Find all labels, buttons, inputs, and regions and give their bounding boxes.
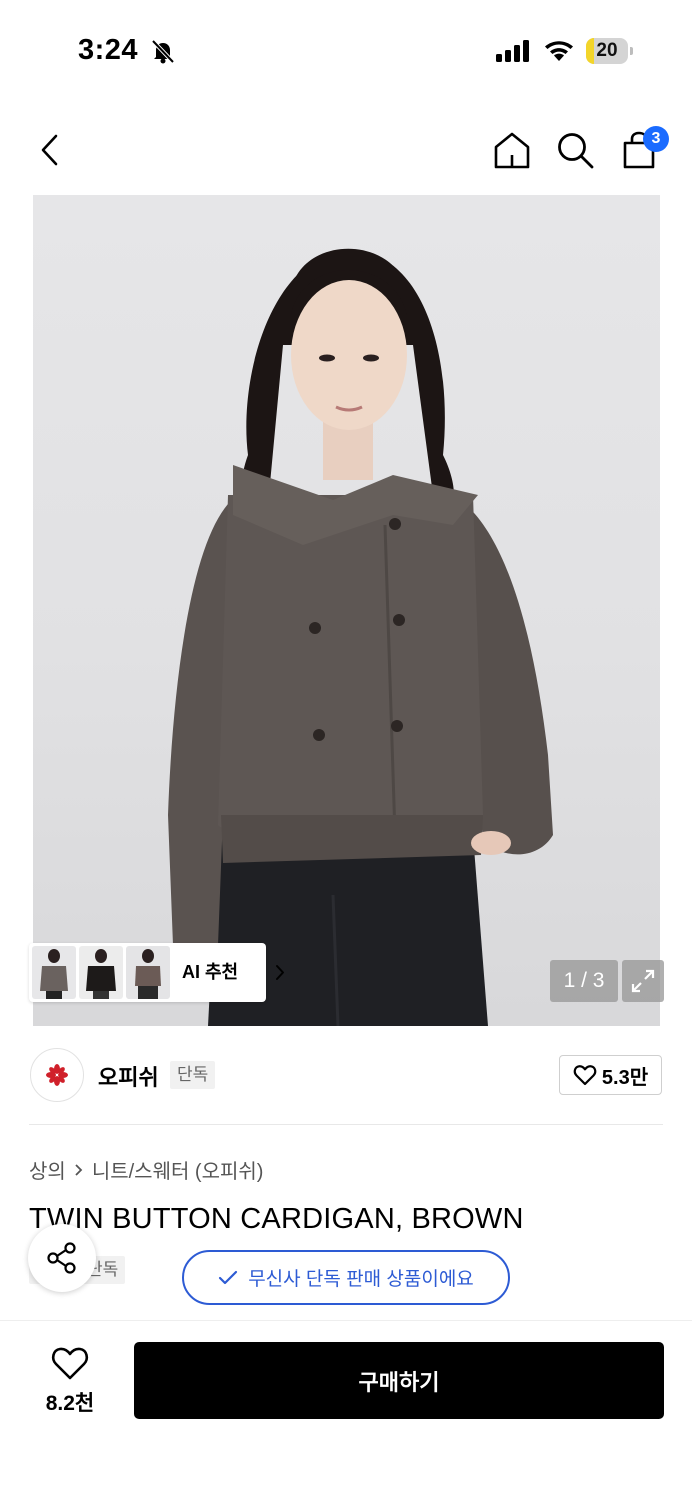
thumbnail-2[interactable]: [79, 946, 123, 999]
brand-like-button[interactable]: 5.3만: [559, 1055, 662, 1095]
share-icon: [47, 1242, 76, 1274]
battery-icon: 20: [586, 38, 633, 64]
heart-outline-icon: [51, 1347, 89, 1380]
bell-slash-icon: [150, 38, 176, 64]
brand-name[interactable]: 오피쉬: [98, 1060, 159, 1092]
product-image[interactable]: [33, 195, 660, 1026]
home-button[interactable]: [490, 128, 534, 172]
brand-like-count: 5.3만: [601, 1066, 649, 1089]
chevron-left-icon: [41, 134, 58, 166]
wishlist-button[interactable]: 8.2천: [30, 1345, 110, 1415]
divider: [29, 1124, 663, 1125]
breadcrumb: 상의 니트/스웨터 (오피쉬): [29, 1155, 263, 1184]
exclusive-sale-text: 무신사 단독 판매 상품이에요: [248, 1269, 474, 1290]
ai-recommend-label: AI 추천: [182, 962, 239, 982]
brand-logo[interactable]: [30, 1048, 84, 1102]
status-time: 3:24: [78, 34, 139, 66]
chevron-right-icon: [75, 1163, 83, 1176]
expand-icon: [631, 969, 655, 993]
wifi-icon: [543, 38, 575, 62]
brand-logo-icon: [46, 1064, 68, 1086]
product-title: TWIN BUTTON CARDIGAN, BROWN: [29, 1203, 524, 1235]
expand-image-button[interactable]: [622, 960, 664, 1002]
cart-button[interactable]: 3: [617, 126, 669, 172]
check-icon: [219, 1270, 238, 1284]
cellular-signal-icon: [496, 40, 532, 62]
ai-recommend-button[interactable]: AI 추천: [29, 943, 284, 1002]
brand-exclusive-tag: 단독: [170, 1061, 216, 1089]
back-button[interactable]: [28, 128, 72, 172]
heart-outline-icon: [573, 1065, 597, 1086]
thumbnail-1[interactable]: [32, 946, 76, 999]
thumbnail-3[interactable]: [126, 946, 170, 999]
search-button[interactable]: [553, 128, 597, 172]
chevron-right-icon: [276, 965, 284, 980]
search-icon: [558, 133, 594, 169]
home-icon: [494, 132, 530, 169]
exclusive-sale-notice[interactable]: 무신사 단독 판매 상품이에요: [182, 1250, 510, 1305]
cart-count-badge: 3: [643, 126, 669, 152]
battery-level: 20: [596, 40, 618, 61]
image-page-indicator: 1 / 3: [550, 960, 618, 1002]
breadcrumb-item-top[interactable]: 상의: [29, 1155, 66, 1184]
wishlist-count: 8.2천: [45, 1392, 95, 1415]
buy-button[interactable]: 구매하기: [134, 1342, 664, 1419]
breadcrumb-item-knit[interactable]: 니트/스웨터 (오피쉬): [92, 1155, 264, 1184]
share-button[interactable]: [28, 1224, 96, 1292]
